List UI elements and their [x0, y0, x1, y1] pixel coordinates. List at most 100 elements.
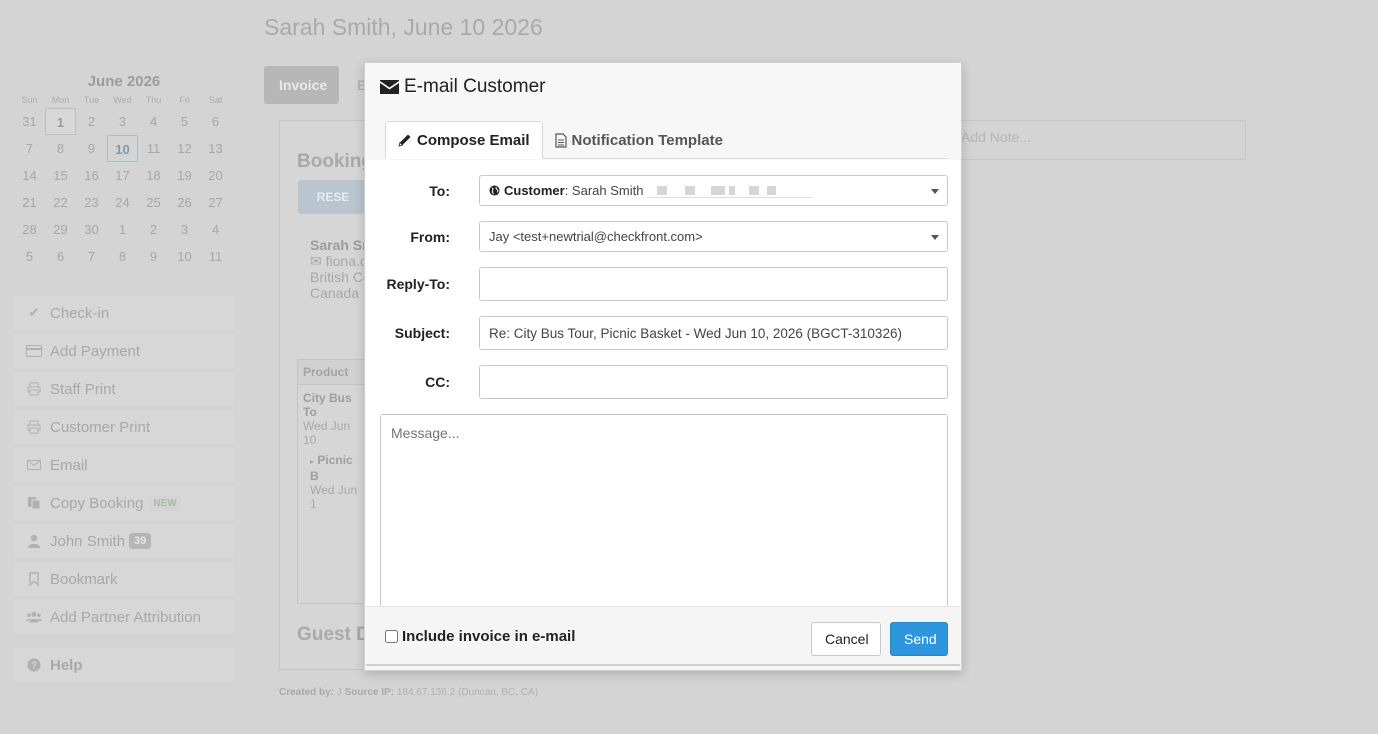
to-select[interactable]: Customer: Sarah Smith	[479, 175, 948, 206]
sidebar-item-label: Bookmark	[50, 570, 118, 588]
check-icon: ✔	[28, 305, 40, 320]
tab-compose-email[interactable]: Compose Email	[385, 121, 543, 159]
calendar-day[interactable]: 17	[107, 162, 138, 189]
calendar-day[interactable]: 3	[169, 216, 200, 243]
calendar-day[interactable]: 6	[200, 108, 231, 135]
calendar-day[interactable]: 22	[45, 189, 76, 216]
calendar-day[interactable]: 5	[169, 108, 200, 135]
calendar-day[interactable]: 16	[76, 162, 107, 189]
count-badge: 39	[129, 533, 152, 549]
sidebar-item-customer-print[interactable]: Customer Print	[14, 410, 234, 444]
to-colon: :	[564, 183, 572, 198]
sidebar-item-john-smith[interactable]: John Smith 39	[14, 524, 234, 558]
subject-label: Subject:	[394, 325, 450, 341]
calendar-day[interactable]: 11	[200, 243, 231, 270]
table-row: City Bus To Wed Jun 10	[298, 385, 368, 447]
sidebar-item-help[interactable]: ? Help	[14, 648, 234, 682]
calendar-day[interactable]: 18	[138, 162, 169, 189]
calendar-day[interactable]: 21	[14, 189, 45, 216]
calendar-day[interactable]: 10	[169, 243, 200, 270]
sidebar-item-bookmark[interactable]: Bookmark	[14, 562, 234, 596]
calendar-day[interactable]: 7	[76, 243, 107, 270]
chevron-down-icon	[931, 234, 939, 240]
calendar-day[interactable]: 26	[169, 189, 200, 216]
sidebar-item-label: Check-in	[50, 304, 110, 322]
calendar-day[interactable]: 30	[76, 216, 107, 243]
modal-title: E-mail Customer	[404, 76, 546, 97]
calendar-day[interactable]: 1	[107, 216, 138, 243]
calendar-weekday: Mon	[51, 95, 70, 105]
sidebar-item-add-payment[interactable]: Add Payment	[14, 334, 234, 368]
add-note-input[interactable]: Add Note...	[950, 120, 1246, 160]
calendar-day[interactable]: 1	[45, 108, 76, 135]
row-title: City Bus To	[303, 391, 352, 419]
include-invoice-checkbox[interactable]	[385, 630, 398, 643]
tab-invoice[interactable]: Invoice	[264, 66, 339, 104]
from-row: From: Jay <test+newtrial@checkfront.com>	[366, 221, 960, 252]
calendar-day[interactable]: 20	[200, 162, 231, 189]
calendar-day[interactable]: 25	[138, 189, 169, 216]
calendar-day[interactable]: 15	[45, 162, 76, 189]
reservation-button[interactable]: RESE	[298, 180, 368, 214]
calendar-day[interactable]: 23	[76, 189, 107, 216]
cc-input[interactable]	[479, 365, 948, 399]
calendar-day[interactable]: 13	[200, 135, 231, 162]
sidebar-item-label: Email	[50, 456, 88, 474]
mini-calendar: June 2026 Sun Mon Tue Wed Thu Fri Sat 31 1 2 3 4 5 6 7…	[14, 72, 234, 270]
message-textarea[interactable]	[380, 414, 948, 606]
calendar-day[interactable]: 3	[107, 108, 138, 135]
tab-label: Compose Email	[417, 131, 530, 149]
tab-label: Notification Template	[571, 131, 723, 149]
calendar-day[interactable]: 9	[76, 135, 107, 162]
calendar-day[interactable]: 6	[45, 243, 76, 270]
tab-notification-template[interactable]: Notification Template	[543, 121, 735, 159]
calendar-day[interactable]: 24	[107, 189, 138, 216]
booking-footer: Created by: J Source IP: 184.67.136.2 (D…	[279, 687, 538, 698]
subject-input[interactable]: Re: City Bus Tour, Picnic Basket - Wed J…	[479, 316, 948, 350]
calendar-day[interactable]: 19	[169, 162, 200, 189]
calendar-day[interactable]: 9	[138, 243, 169, 270]
sidebar-item-check-in[interactable]: ✔ Check-in	[14, 296, 234, 330]
caret-right-icon: ▸	[310, 457, 315, 466]
calendar-day[interactable]: 2	[76, 108, 107, 135]
chevron-down-icon	[931, 188, 939, 194]
calendar-day[interactable]: 11	[138, 135, 169, 162]
envelope-icon: ✉	[310, 253, 322, 269]
page-title: Sarah Smith, June 10 2026	[264, 14, 543, 40]
calendar-day[interactable]: 4	[200, 216, 231, 243]
guest-details-heading: Guest D	[297, 624, 370, 645]
modal-footer: Include invoice in e-mail Cancel Send	[366, 606, 960, 666]
calendar-day[interactable]: 12	[169, 135, 200, 162]
calendar-day[interactable]: 31	[14, 108, 45, 135]
calendar-day[interactable]: 4	[138, 108, 169, 135]
include-invoice-option[interactable]: Include invoice in e-mail	[385, 628, 575, 645]
calendar-day[interactable]: 10	[107, 135, 138, 162]
calendar-day[interactable]: 28	[14, 216, 45, 243]
calendar-day[interactable]: 5	[14, 243, 45, 270]
from-select[interactable]: Jay <test+newtrial@checkfront.com>	[479, 221, 948, 252]
reply-to-input[interactable]	[479, 267, 948, 301]
calendar-day[interactable]: 14	[14, 162, 45, 189]
cancel-button[interactable]: Cancel	[811, 622, 881, 656]
sidebar-item-label: Customer Print	[50, 418, 151, 436]
sidebar-item-staff-print[interactable]: Staff Print	[14, 372, 234, 406]
calendar-day[interactable]: 8	[107, 243, 138, 270]
calendar-day[interactable]: 7	[14, 135, 45, 162]
booking-heading: Booking	[297, 151, 373, 172]
calendar-weekday: Sun	[21, 95, 38, 105]
redacted-email	[647, 184, 814, 198]
pencil-icon	[398, 134, 411, 147]
created-by-label: Created by:	[279, 687, 335, 698]
calendar-day[interactable]: 29	[45, 216, 76, 243]
file-icon	[554, 132, 567, 148]
calendar-day[interactable]: 2	[138, 216, 169, 243]
to-row: To: Customer: Sarah Smith	[366, 175, 960, 206]
sidebar-item-copy-booking[interactable]: Copy Booking NEW	[14, 486, 234, 520]
sidebar-item-add-partner-attribution[interactable]: Add Partner Attribution	[14, 600, 234, 634]
reply-to-row: Reply-To:	[366, 267, 960, 301]
sidebar-item-email[interactable]: Email	[14, 448, 234, 482]
calendar-day[interactable]: 8	[45, 135, 76, 162]
send-button[interactable]: Send	[890, 622, 948, 656]
calendar-day[interactable]: 27	[200, 189, 231, 216]
customer-email[interactable]: fiona.c	[326, 253, 367, 269]
